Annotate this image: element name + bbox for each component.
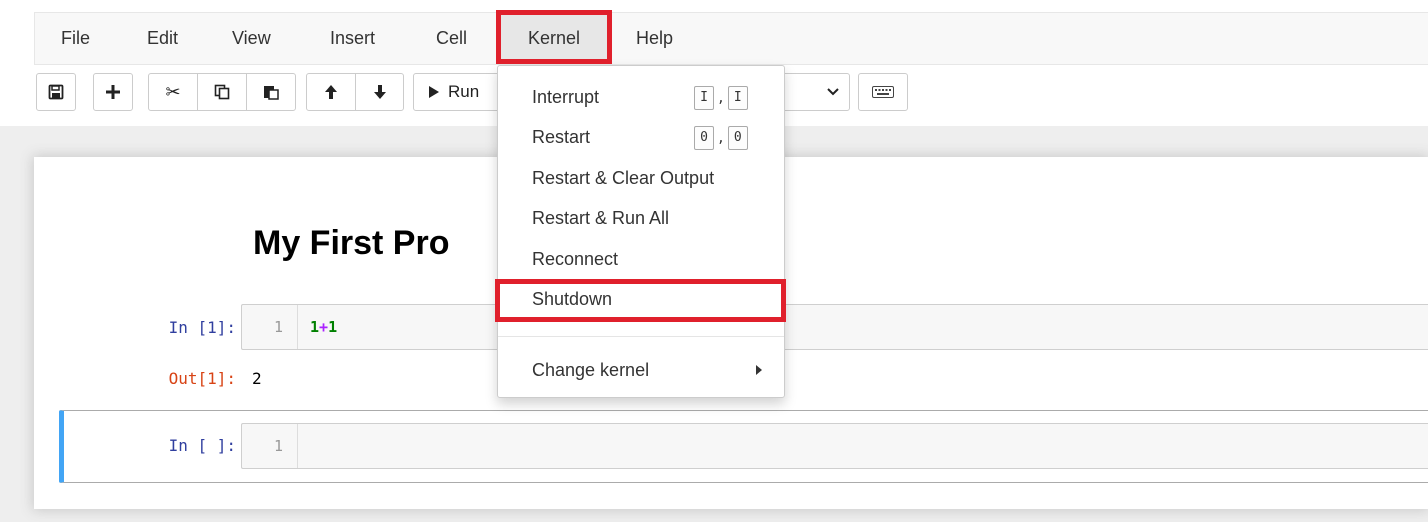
- menu-edit[interactable]: Edit: [147, 13, 178, 64]
- code-number: 1: [310, 318, 320, 336]
- toolbar-move-group: [306, 73, 404, 111]
- menu-cell[interactable]: Cell: [436, 13, 467, 64]
- arrow-down-icon: [373, 85, 386, 99]
- restart-shortcut: 0,0: [694, 126, 748, 150]
- shortcut-separator: ,: [717, 130, 725, 146]
- move-down-button[interactable]: [356, 74, 403, 110]
- plus-icon: [106, 85, 120, 99]
- menubar: File Edit View Insert Cell Kernel Help: [34, 12, 1428, 65]
- command-palette-button[interactable]: [859, 74, 907, 110]
- shortcut-key: I: [694, 86, 714, 110]
- menu-item-shutdown[interactable]: Shutdown: [532, 289, 612, 310]
- menu-item-restart-run-all[interactable]: Restart & Run All: [532, 208, 669, 229]
- markdown-heading: My First Pro: [253, 224, 450, 262]
- menu-file[interactable]: File: [61, 13, 90, 64]
- toolbar-save-group: [36, 73, 76, 111]
- run-button[interactable]: Run: [414, 74, 502, 110]
- menu-divider: [498, 336, 784, 337]
- caret-right-icon: [756, 365, 762, 375]
- play-icon: [429, 86, 439, 98]
- output-value: 2: [252, 369, 262, 388]
- cut-button[interactable]: ✂: [149, 74, 198, 110]
- copy-button[interactable]: [198, 74, 247, 110]
- menu-kernel[interactable]: Kernel: [498, 13, 610, 64]
- menu-help[interactable]: Help: [636, 13, 673, 64]
- menu-item-restart[interactable]: Restart: [532, 127, 590, 148]
- shortcut-key: 0: [727, 126, 748, 150]
- input-prompt: In [ ]:: [168, 436, 236, 455]
- run-label: Run: [448, 82, 480, 101]
- cell-type-select[interactable]: [780, 73, 850, 111]
- chevron-down-icon: [827, 88, 839, 96]
- line-number: 1: [242, 424, 298, 468]
- input-prompt: In [1]:: [168, 318, 236, 337]
- copy-icon: [214, 84, 230, 100]
- move-up-button[interactable]: [307, 74, 356, 110]
- arrow-up-icon: [325, 85, 337, 99]
- menu-insert[interactable]: Insert: [330, 13, 375, 64]
- cell-type-toggle[interactable]: [781, 74, 849, 110]
- menu-item-restart-clear-output[interactable]: Restart & Clear Output: [532, 168, 714, 189]
- menu-item-change-kernel[interactable]: Change kernel: [532, 360, 649, 381]
- toolbar-keyboard-group: [858, 73, 908, 111]
- shortcut-key: I: [727, 86, 748, 110]
- kernel-dropdown-menu: Interrupt I,I Restart 0,0 Restart & Clea…: [497, 65, 785, 398]
- menu-item-reconnect[interactable]: Reconnect: [532, 249, 618, 270]
- interrupt-shortcut: I,I: [694, 86, 748, 110]
- code-line: 1+1: [310, 305, 337, 349]
- menu-view[interactable]: View: [232, 13, 271, 64]
- save-button[interactable]: [37, 74, 75, 110]
- code-operator: +: [319, 318, 329, 336]
- code-cell-input[interactable]: 1 1+1: [241, 304, 1428, 350]
- toolbar-edit-group: ✂: [148, 73, 296, 111]
- paste-button[interactable]: [247, 74, 295, 110]
- code-cell-input[interactable]: 1: [241, 423, 1428, 469]
- toolbar-add-group: [93, 73, 133, 111]
- insert-cell-button[interactable]: [94, 74, 132, 110]
- save-icon: [48, 84, 64, 100]
- shortcut-separator: ,: [717, 90, 725, 106]
- paste-icon: [264, 86, 279, 100]
- scissors-icon: ✂: [165, 81, 181, 102]
- keyboard-icon: [872, 86, 894, 98]
- menu-item-interrupt[interactable]: Interrupt: [532, 87, 599, 108]
- shortcut-key: 0: [694, 126, 714, 150]
- toolbar-run-group: Run: [413, 73, 503, 111]
- line-number: 1: [242, 305, 298, 349]
- code-number: 1: [328, 318, 338, 336]
- output-prompt: Out[1]:: [168, 369, 236, 388]
